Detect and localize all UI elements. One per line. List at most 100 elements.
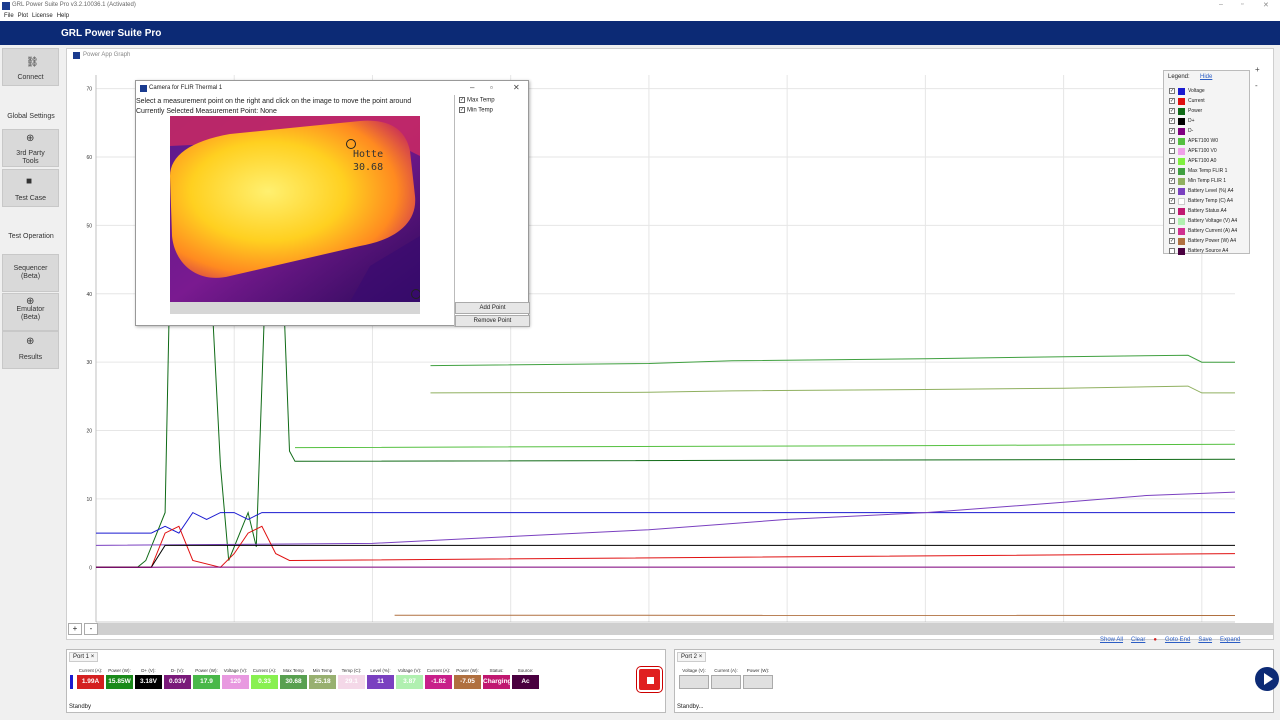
checkbox-icon[interactable]: ✓	[1169, 88, 1175, 94]
legend-swatch	[1178, 148, 1185, 155]
sidebar-connect[interactable]: ⛓ Connect	[2, 48, 59, 86]
port2-tab[interactable]: Port 2 ×	[677, 652, 707, 662]
metric-value: 120	[222, 675, 249, 689]
checkbox-icon[interactable]	[1169, 158, 1175, 164]
link-icon: ⛓	[26, 57, 39, 68]
checkbox-icon[interactable]: ✓	[1169, 118, 1175, 124]
checkbox-icon[interactable]: ✓	[1169, 238, 1175, 244]
menu-license[interactable]: License	[32, 12, 53, 21]
legend-item[interactable]: APE7100 A0	[1169, 157, 1251, 167]
minimize-icon[interactable]: –	[1219, 1, 1223, 8]
legend-item[interactable]: ✓ Battery Temp (C) A4	[1169, 197, 1251, 207]
legend-item[interactable]: APE7100 V0	[1169, 147, 1251, 157]
checkbox-icon[interactable]: ✓	[1169, 128, 1175, 134]
port1-metric: D+ (V): 3.18V	[135, 667, 162, 689]
thermal-image[interactable]: Hotte 30.68	[170, 116, 420, 302]
close-icon[interactable]: ×	[699, 654, 703, 660]
magnifier-icon: ⊕	[26, 133, 35, 144]
add-point-button[interactable]: Add Point	[455, 302, 530, 314]
legend-item[interactable]: ✓ Power	[1169, 107, 1251, 117]
remove-point-button[interactable]: Remove Point	[455, 315, 530, 327]
legend-item[interactable]: Battery Current (A) A4	[1169, 227, 1251, 237]
sidebar-emulator[interactable]: ⊕ Emulator (Beta)	[2, 293, 59, 331]
legend-item[interactable]: ✓ Voltage	[1169, 87, 1251, 97]
close-icon[interactable]: ✕	[1263, 1, 1269, 9]
checkbox-icon[interactable]	[1169, 218, 1175, 224]
expand-link[interactable]: Expand	[1220, 637, 1240, 643]
legend-swatch	[1178, 98, 1185, 105]
legend-swatch	[1178, 88, 1185, 95]
zoom-minus-button[interactable]: -	[84, 623, 98, 635]
metric-value: Ac	[512, 675, 539, 689]
checkbox-icon[interactable]	[1169, 248, 1175, 254]
sidebar-test-operation[interactable]: Test Operation	[0, 233, 62, 240]
play-button[interactable]	[1255, 667, 1279, 691]
legend-item[interactable]: ✓ Battery Level (%) A4	[1169, 187, 1251, 197]
metric-caption: Voltage (V):	[223, 668, 248, 673]
legend-item[interactable]: ✓ Min Temp FLIR 1	[1169, 177, 1251, 187]
checkbox-icon[interactable]: ✓	[1169, 178, 1175, 184]
legend-item[interactable]: ✓ D+	[1169, 117, 1251, 127]
metric-caption: Voltage (V):	[397, 668, 422, 673]
checkbox-icon[interactable]: ✓	[1169, 198, 1175, 204]
clear-link[interactable]: Clear	[1131, 637, 1145, 643]
port1-metric: Min Temp 25.18	[309, 667, 336, 689]
legend-item[interactable]: ✓ Current	[1169, 97, 1251, 107]
metric-value: -1.82	[425, 675, 452, 689]
checkbox-icon[interactable]: ✓	[1169, 188, 1175, 194]
min-temp-checkbox[interactable]: ✓ Min Temp	[459, 107, 493, 114]
maximize-icon[interactable]: ▫	[1241, 1, 1243, 8]
checkbox-icon[interactable]	[1169, 208, 1175, 214]
metric-value: 25.18	[309, 675, 336, 689]
sidebar-global-settings[interactable]: Global Settings	[0, 113, 62, 120]
legend-item[interactable]: Battery Source A4	[1169, 247, 1251, 257]
series-line-min-temp-flir-1	[430, 385, 1235, 394]
zoom-in-icon[interactable]: +	[1255, 65, 1260, 74]
checkbox-icon[interactable]: ✓	[1169, 98, 1175, 104]
save-link[interactable]: Save	[1198, 637, 1212, 643]
sidebar-sequencer[interactable]: Sequencer (Beta)	[2, 254, 59, 292]
close-icon[interactable]: ✕	[513, 83, 520, 92]
stop-button[interactable]	[637, 667, 662, 692]
record-icon[interactable]: ●	[1153, 637, 1157, 643]
menu-plot[interactable]: Plot	[18, 12, 28, 21]
legend-item[interactable]: Battery Voltage (V) A4	[1169, 217, 1251, 227]
goto-end-link[interactable]: Goto End	[1165, 637, 1190, 643]
legend-item[interactable]: ✓ Battery Power (W) A4	[1169, 237, 1251, 247]
legend-item[interactable]: Battery Status A4	[1169, 207, 1251, 217]
checkbox-icon[interactable]: ✓	[1169, 138, 1175, 144]
menu-help[interactable]: Help	[57, 12, 69, 21]
checkbox-icon[interactable]: ✓	[1169, 168, 1175, 174]
metric-caption: Current (A):	[252, 668, 277, 673]
checkbox-icon[interactable]	[1169, 228, 1175, 234]
sidebar-third-party-tools[interactable]: ⊕ 3rd Party Tools	[2, 129, 59, 167]
max-temp-checkbox[interactable]: ✓ Max Temp	[459, 97, 495, 104]
series-line-ape7100-w0	[294, 443, 1236, 449]
port1-metric: Current (A): 0.33	[251, 667, 278, 689]
legend-swatch	[1178, 128, 1185, 135]
legend-item[interactable]: ✓ Max Temp FLIR 1	[1169, 167, 1251, 177]
legend-hide-link[interactable]: Hide	[1200, 74, 1212, 80]
legend-item[interactable]: ✓ APE7100 W0	[1169, 137, 1251, 147]
metric-value: 0.33	[251, 675, 278, 689]
maximize-icon[interactable]: ▫	[490, 83, 493, 92]
sidebar-test-case[interactable]: ■ Test Case	[2, 169, 59, 207]
legend-item[interactable]: ✓ D-	[1169, 127, 1251, 137]
zoom-scroll-track[interactable]	[98, 623, 1274, 635]
app-icon	[2, 2, 10, 10]
menu-file[interactable]: File	[4, 12, 14, 21]
port1-tab[interactable]: Port 1 ×	[69, 652, 99, 662]
metric-caption: Status:	[489, 668, 504, 673]
checkbox-icon[interactable]: ✓	[1169, 108, 1175, 114]
zoom-out-icon[interactable]: -	[1255, 81, 1258, 90]
checkbox-icon[interactable]	[1169, 148, 1175, 154]
show-all-link[interactable]: Show All	[1100, 637, 1123, 643]
metric-caption: Power (W):	[195, 668, 218, 673]
zoom-plus-button[interactable]: +	[68, 623, 82, 635]
minimize-icon[interactable]: –	[470, 83, 474, 92]
port1-metric: Max Temp 30.68	[280, 667, 307, 689]
image-scrollbar[interactable]	[170, 302, 420, 314]
sidebar-results[interactable]: ⊕ Results	[2, 331, 59, 369]
close-icon[interactable]: ×	[91, 654, 95, 660]
legend-swatch	[1178, 168, 1185, 175]
